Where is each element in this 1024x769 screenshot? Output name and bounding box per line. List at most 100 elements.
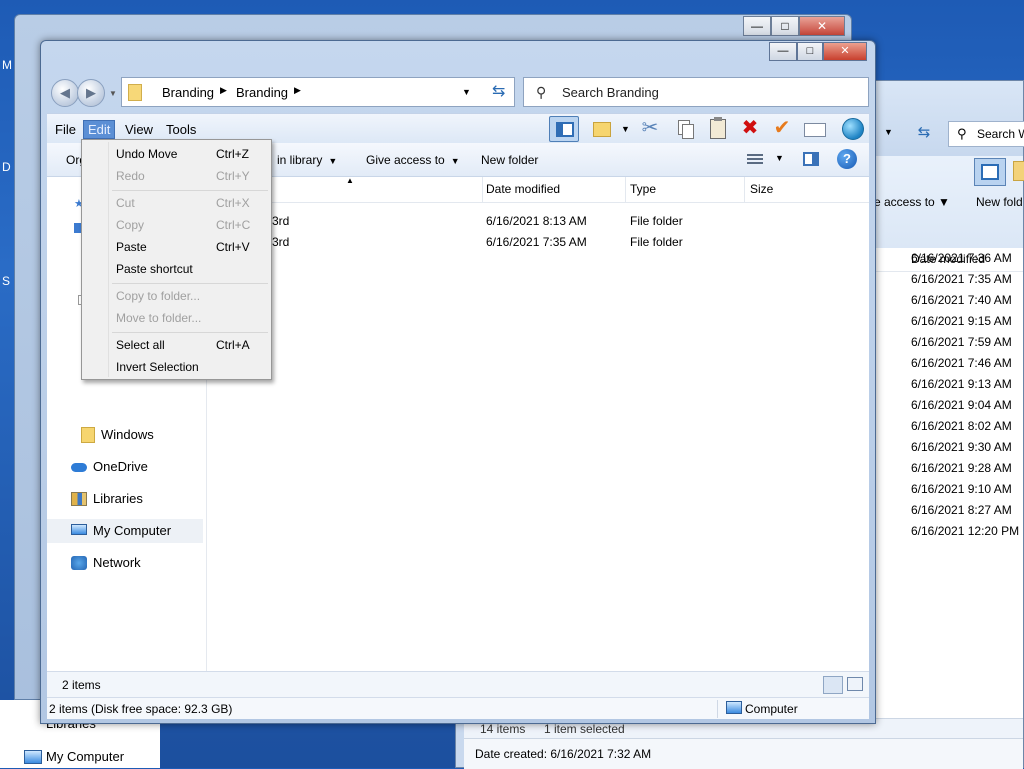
background-search-input[interactable]: ⚲ Search W bbox=[948, 121, 1024, 147]
details-view-button[interactable] bbox=[823, 676, 843, 694]
file-type: File folder bbox=[630, 214, 683, 228]
status-bar: 2 items bbox=[47, 671, 869, 697]
folder-icon bbox=[128, 84, 142, 101]
menu-item-redo[interactable]: Redo Ctrl+Y bbox=[83, 165, 270, 187]
disk-free-space: 2 items (Disk free space: 92.3 GB) bbox=[49, 702, 233, 716]
desktop-item-my-computer[interactable]: My Computer bbox=[46, 749, 124, 764]
help-icon[interactable]: ? bbox=[837, 149, 857, 169]
background-share-command[interactable]: e access to ▼ bbox=[874, 195, 950, 209]
background-close-button[interactable]: ✕ bbox=[799, 16, 845, 36]
preview-pane-icon[interactable] bbox=[803, 152, 819, 166]
background-new-folder-command[interactable]: New fold bbox=[976, 195, 1023, 209]
menu-item-undo-move[interactable]: Undo Move Ctrl+Z bbox=[83, 143, 270, 165]
views-icon[interactable] bbox=[747, 152, 763, 166]
menu-edit[interactable]: Edit bbox=[83, 120, 116, 139]
sort-ascending-icon: ▲ bbox=[346, 176, 354, 185]
search-icon: ⚲ bbox=[957, 126, 967, 141]
menu-item-invert-selection[interactable]: Invert Selection bbox=[83, 356, 270, 378]
checkmark-icon: ✔ bbox=[773, 117, 791, 139]
background-date-cell: 6/16/2021 7:35 AM bbox=[911, 272, 1012, 286]
delete-button[interactable]: ✖ bbox=[735, 116, 765, 142]
table-row[interactable]: 3rd 6/16/2021 7:35 AM File folder bbox=[208, 232, 869, 253]
menu-item-paste-shortcut[interactable]: Paste shortcut bbox=[83, 258, 270, 280]
pane-icon bbox=[556, 122, 574, 137]
nav-item-network[interactable]: Network bbox=[47, 551, 203, 575]
column-size[interactable]: Size bbox=[750, 182, 773, 196]
background-date-cell: 6/16/2021 9:04 AM bbox=[911, 398, 1012, 412]
search-input[interactable]: ⚲ Search Branding bbox=[523, 77, 869, 107]
address-bar[interactable]: Branding ▶ Branding ▶ ▼ ⇆ bbox=[121, 77, 515, 107]
menu-item-copy[interactable]: Copy Ctrl+C bbox=[83, 214, 270, 236]
breadcrumb-item[interactable]: Branding bbox=[236, 85, 288, 100]
nav-item-onedrive[interactable]: OneDrive bbox=[47, 455, 203, 479]
refresh-icon[interactable]: ⇆ bbox=[492, 81, 505, 101]
desktop-label-fragment: S bbox=[2, 274, 11, 288]
preview-pane-toggle[interactable] bbox=[549, 116, 579, 142]
computer-icon bbox=[726, 701, 742, 714]
location-label: Computer bbox=[745, 702, 798, 716]
breadcrumb-chevron-icon[interactable]: ▶ bbox=[294, 85, 301, 96]
views-dropdown-icon[interactable]: ▼ bbox=[775, 153, 784, 163]
menu-file[interactable]: File bbox=[55, 122, 76, 137]
background-maximize-button[interactable]: □ bbox=[771, 16, 799, 36]
back-button[interactable]: ◀ bbox=[51, 79, 79, 107]
large-icons-view-button[interactable] bbox=[847, 677, 863, 691]
computer-icon bbox=[71, 524, 87, 535]
menu-item-cut[interactable]: Cut Ctrl+X bbox=[83, 192, 270, 214]
file-name: 3rd bbox=[272, 235, 290, 249]
share-button[interactable]: Give access to ▼ bbox=[366, 153, 460, 167]
nav-item-my-computer[interactable]: My Computer bbox=[47, 519, 203, 543]
preview-pane-button[interactable] bbox=[974, 158, 1006, 186]
refresh-icon[interactable]: ⇆ bbox=[912, 121, 936, 145]
file-name: 3rd bbox=[272, 214, 290, 228]
new-folder-button[interactable]: New folder bbox=[481, 153, 538, 167]
background-date-cell: 6/16/2021 8:02 AM bbox=[911, 419, 1012, 433]
forward-arrow-icon: ▶ bbox=[86, 85, 96, 100]
column-date-modified[interactable]: Date modified bbox=[486, 182, 560, 196]
recent-pages-dropdown[interactable]: ▼ bbox=[109, 89, 117, 98]
background-date-cell: 6/16/2021 9:15 AM bbox=[911, 314, 1012, 328]
maximize-button[interactable]: □ bbox=[797, 42, 823, 61]
close-button[interactable]: ✕ bbox=[823, 42, 867, 61]
breadcrumb-item[interactable]: Branding bbox=[162, 85, 214, 100]
properties-button[interactable]: ✔ bbox=[767, 116, 797, 142]
background-date-cell: 6/16/2021 9:13 AM bbox=[911, 377, 1012, 391]
file-type: File folder bbox=[630, 235, 683, 249]
cut-button[interactable]: ✂ bbox=[635, 116, 665, 142]
copy-button[interactable] bbox=[669, 116, 699, 142]
menu-item-move-to-folder[interactable]: Move to folder... bbox=[83, 307, 270, 329]
background-date-cell: 6/16/2021 8:27 AM bbox=[911, 503, 1012, 517]
network-icon bbox=[71, 556, 87, 570]
menu-item-select-all[interactable]: Select all Ctrl+A bbox=[83, 334, 270, 356]
background-date-cell: 6/16/2021 7:59 AM bbox=[911, 335, 1012, 349]
include-in-library-button[interactable]: in library ▼ bbox=[277, 153, 337, 167]
folder-options-button[interactable] bbox=[587, 116, 617, 142]
address-dropdown-icon[interactable]: ▼ bbox=[462, 87, 471, 97]
menu-item-paste[interactable]: Paste Ctrl+V bbox=[83, 236, 270, 258]
table-row[interactable]: 3rd 6/16/2021 8:13 AM File folder bbox=[208, 211, 869, 232]
forward-button[interactable]: ▶ bbox=[77, 79, 105, 107]
column-header-row: ▲ Date modified Type Size bbox=[208, 176, 869, 203]
breadcrumb-chevron-icon[interactable]: ▶ bbox=[220, 85, 227, 96]
menu-tools[interactable]: Tools bbox=[166, 122, 196, 137]
nav-item-libraries[interactable]: Libraries bbox=[47, 487, 203, 511]
background-minimize-button[interactable]: — bbox=[743, 16, 771, 36]
item-count: 2 items bbox=[62, 678, 101, 692]
folder-icon bbox=[81, 427, 95, 443]
chevron-down-icon[interactable]: ▼ bbox=[621, 124, 630, 134]
background-search-placeholder: Search W bbox=[977, 127, 1024, 141]
paste-button[interactable] bbox=[703, 116, 733, 142]
search-icon: ⚲ bbox=[536, 84, 547, 100]
chevron-down-icon: ▼ bbox=[884, 127, 893, 137]
menu-item-copy-to-folder[interactable]: Copy to folder... bbox=[83, 285, 270, 307]
column-type[interactable]: Type bbox=[630, 182, 656, 196]
menu-view[interactable]: View bbox=[125, 122, 153, 137]
email-button[interactable] bbox=[799, 116, 829, 142]
computer-icon bbox=[24, 750, 42, 764]
minimize-button[interactable]: — bbox=[769, 42, 797, 61]
internet-button[interactable] bbox=[837, 116, 867, 142]
nav-item-windows[interactable]: Windows bbox=[47, 423, 203, 447]
file-date: 6/16/2021 8:13 AM bbox=[486, 214, 587, 228]
desktop-label-fragment: M bbox=[2, 58, 12, 72]
folder-icon bbox=[593, 122, 611, 137]
